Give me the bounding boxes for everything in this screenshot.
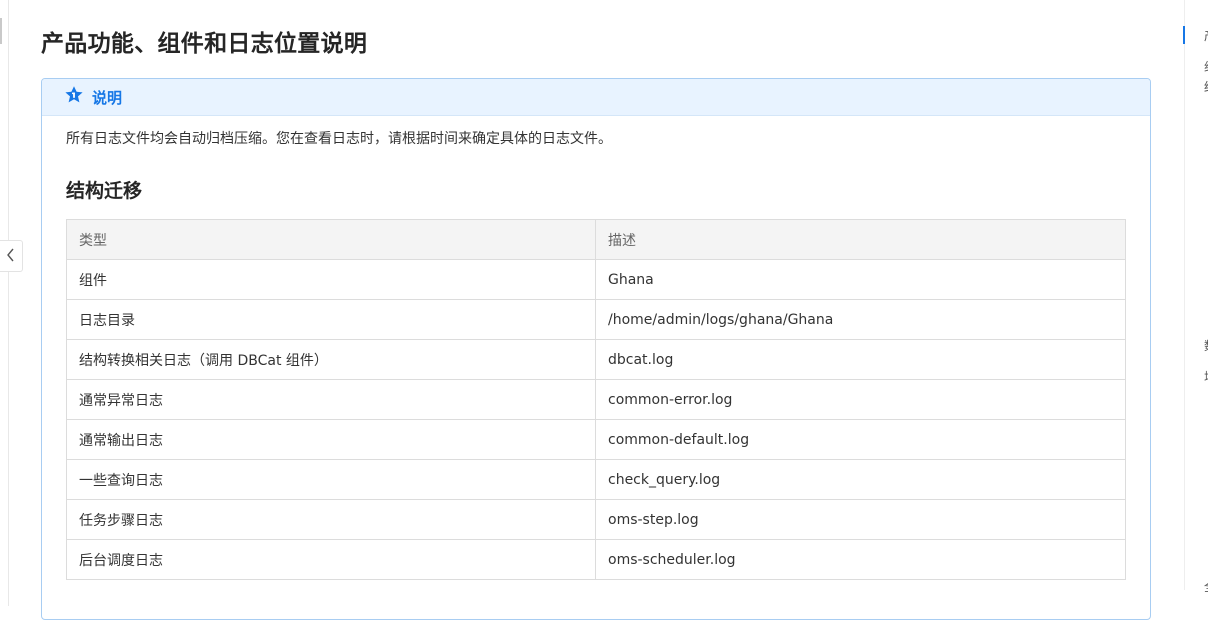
toc-item[interactable]: 产: [1204, 27, 1208, 44]
notice-title: 说明: [92, 88, 123, 107]
table-row: 通常异常日志 common-error.log: [66, 379, 1126, 420]
cell-description: oms-step.log: [595, 499, 1126, 540]
cell-type: 任务步骤日志: [66, 499, 596, 540]
cell-type: 通常异常日志: [66, 379, 596, 420]
section-title: 结构迁移: [66, 180, 143, 202]
notice-body: 所有日志文件均会自动归档压缩。您在查看日志时，请根据时间来确定具体的日志文件。 …: [42, 128, 1150, 580]
table-row: 结构转换相关日志（调用 DBCat 组件） dbcat.log: [66, 339, 1126, 380]
table-row: 组件 Ghana: [66, 259, 1126, 300]
cell-description: check_query.log: [595, 459, 1126, 500]
toc-item[interactable]: 数: [1204, 337, 1208, 354]
left-sidebar-rail: [0, 0, 9, 606]
cell-type: 结构转换相关日志（调用 DBCat 组件）: [66, 339, 596, 380]
cell-description: dbcat.log: [595, 339, 1126, 380]
toc-item[interactable]: 全: [1204, 578, 1208, 595]
left-rail-indicator: [0, 18, 2, 44]
notice-box: 说明 所有日志文件均会自动归档压缩。您在查看日志时，请根据时间来确定具体的日志文…: [41, 78, 1151, 620]
cell-description: oms-scheduler.log: [595, 539, 1126, 580]
toc-active-indicator: [1183, 26, 1185, 44]
toc-track: [1184, 0, 1185, 590]
notice-header: 说明: [42, 79, 1150, 116]
chevron-left-icon: [6, 247, 16, 266]
cell-type: 日志目录: [66, 299, 596, 340]
cell-description: Ghana: [595, 259, 1126, 300]
cell-description: common-error.log: [595, 379, 1126, 420]
cell-description: /home/admin/logs/ghana/Ghana: [595, 299, 1126, 340]
toc-sidebar: 产 组 结 数 增 全: [1183, 0, 1208, 606]
header-type: 类型: [66, 219, 596, 260]
cell-type: 组件: [66, 259, 596, 300]
notice-text: 所有日志文件均会自动归档压缩。您在查看日志时，请根据时间来确定具体的日志文件。: [66, 131, 612, 147]
sidebar-collapse-button[interactable]: [0, 240, 23, 272]
table-row: 后台调度日志 oms-scheduler.log: [66, 539, 1126, 580]
cell-type: 一些查询日志: [66, 459, 596, 500]
table-row: 一些查询日志 check_query.log: [66, 459, 1126, 500]
page-title: 产品功能、组件和日志位置说明: [41, 31, 368, 57]
header-description: 描述: [595, 219, 1126, 260]
table-row: 通常输出日志 common-default.log: [66, 419, 1126, 460]
cell-type: 通常输出日志: [66, 419, 596, 460]
cell-type: 后台调度日志: [66, 539, 596, 580]
table-row: 日志目录 /home/admin/logs/ghana/Ghana: [66, 299, 1126, 340]
toc-item[interactable]: 结: [1204, 78, 1208, 95]
table-row: 任务步骤日志 oms-step.log: [66, 499, 1126, 540]
log-location-table: 类型 描述 组件 Ghana 日志目录 /home/admin/logs/gha…: [66, 219, 1126, 580]
cell-description: common-default.log: [595, 419, 1126, 460]
toc-item[interactable]: 增: [1204, 368, 1208, 385]
toc-item[interactable]: 组: [1204, 58, 1208, 75]
star-info-icon: [64, 85, 84, 109]
table-header-row: 类型 描述: [66, 219, 1126, 260]
